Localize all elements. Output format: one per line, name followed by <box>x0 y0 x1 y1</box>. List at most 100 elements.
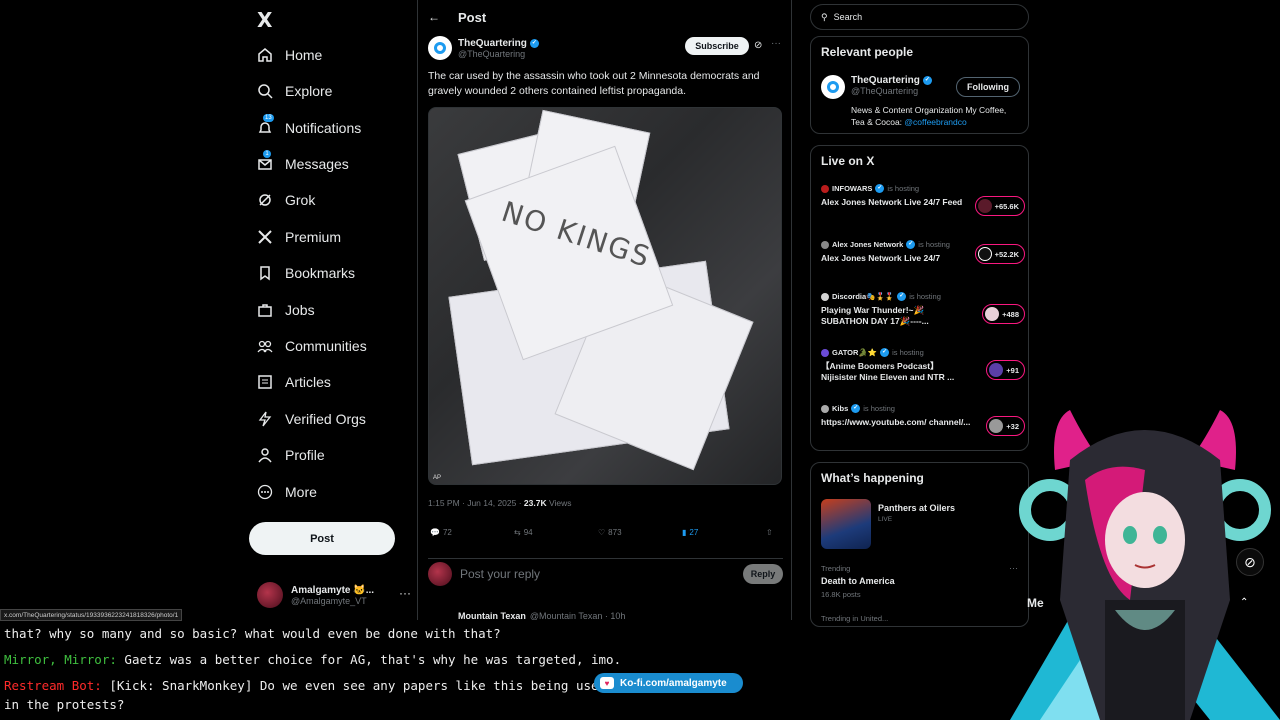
post-text: The car used by the assassin who took ou… <box>428 70 760 97</box>
bookmark-action[interactable]: ▮ 27 <box>682 528 698 537</box>
nav-home[interactable]: Home <box>257 41 322 69</box>
trend-name[interactable]: Death to America <box>821 576 895 586</box>
trend-count: 16.8K posts <box>821 590 861 599</box>
nav-bookmarks[interactable]: Bookmarks <box>257 259 355 287</box>
chat-message: in the protests? <box>4 697 125 712</box>
nav-profile[interactable]: Profile <box>257 441 325 469</box>
verified-icon: ✓ <box>897 292 907 301</box>
event-name[interactable]: Panthers at Oilers <box>878 503 955 513</box>
next-reply[interactable]: Mountain Texan @Mountain Texan · 10h <box>458 611 625 620</box>
listener-count: +488 <box>982 304 1025 324</box>
reply-count: 72 <box>442 528 452 537</box>
repost-count: 94 <box>523 528 533 537</box>
post-photo[interactable]: NO KINGS AP <box>428 107 782 485</box>
event-thumbnail[interactable] <box>821 499 871 549</box>
grok-icon[interactable]: ⊘ <box>754 40 762 51</box>
author-avatar[interactable] <box>428 36 452 60</box>
live-title: https://www.youtube.com/ channel/... <box>821 417 971 427</box>
nav-label: More <box>285 484 317 500</box>
nav-articles[interactable]: Articles <box>257 368 331 396</box>
search-icon <box>257 83 273 99</box>
bookmark-count: 27 <box>689 528 699 537</box>
author-name[interactable]: TheQuartering <box>458 38 527 49</box>
search-input[interactable]: Search <box>834 12 863 22</box>
notification-badge: 13 <box>263 114 274 122</box>
post-button[interactable]: Post <box>249 522 395 555</box>
post-author[interactable]: TheQuartering ✓ @TheQuartering <box>428 36 539 60</box>
nav-label: Explore <box>285 83 333 99</box>
account-switcher[interactable]: Amalgamyte 🐱... @Amalgamyte_VT ··· <box>257 578 411 612</box>
stream-chat: that? why so many and so basic? what wou… <box>0 622 790 720</box>
live-title: 【Anime Boomers Podcast】 Nijisister Nine … <box>821 361 955 382</box>
verified-icon: ✓ <box>529 38 539 48</box>
reply-input[interactable]: Post your reply <box>460 567 735 581</box>
nav-label: Jobs <box>285 302 315 318</box>
nav-communities[interactable]: Communities <box>257 332 367 360</box>
person-avatar[interactable] <box>821 75 845 99</box>
nav-messages[interactable]: 1 Messages <box>257 150 349 178</box>
nav-label: Grok <box>285 192 316 208</box>
more-icon[interactable]: ··· <box>771 38 781 49</box>
chevron-up-icon[interactable]: ⌃ <box>1240 597 1248 608</box>
post-timestamp: 1:15 PM · Jun 14, 2025 · <box>428 498 524 508</box>
views-label: Views <box>546 498 572 508</box>
nav-verified-orgs[interactable]: Verified Orgs <box>257 405 366 433</box>
nav-more[interactable]: More <box>257 478 317 506</box>
nav-premium[interactable]: Premium <box>257 223 341 251</box>
right-sidebar: ⚲ Search Relevant people TheQuartering ✓ … <box>810 0 1029 627</box>
photo-credit: AP <box>433 475 442 481</box>
nav-label: Messages <box>285 156 349 172</box>
status-bar-url: x.com/TheQuartering/status/1933936223241… <box>0 609 183 621</box>
account-name: Amalgamyte 🐱... <box>291 584 375 596</box>
post-actions: 💬 72 ⇆ 94 ♡ 873 ▮ 27 ⇧ <box>428 528 783 542</box>
nav-jobs[interactable]: Jobs <box>257 296 315 324</box>
nav-label: Articles <box>285 374 331 390</box>
reply-button[interactable]: Reply <box>743 563 783 584</box>
person-handle: @TheQuartering <box>851 86 919 96</box>
chat-username: Mirror, Mirror: <box>4 652 117 667</box>
verified-icon: ✓ <box>851 404 861 413</box>
bio-link[interactable]: @coffeebrandco <box>904 117 966 127</box>
like-action[interactable]: ♡ 873 <box>598 528 622 537</box>
listener-count: +65.6K <box>974 196 1025 216</box>
nav-explore[interactable]: Explore <box>257 77 332 105</box>
heart-icon: ♡ <box>598 528 606 537</box>
search-box[interactable]: ⚲ Search <box>810 4 1029 30</box>
left-nav: X Home Explore 13 Notifications 1 Messag… <box>249 0 417 620</box>
nav-notifications[interactable]: 13 Notifications <box>257 114 361 142</box>
back-arrow-icon[interactable]: ← <box>428 10 440 24</box>
nav-label: Communities <box>285 338 367 354</box>
live-item[interactable]: INFOWARS ✓ is hosting Alex Jones Network L… <box>821 184 1025 216</box>
more-icon[interactable]: ··· <box>399 586 411 600</box>
repost-action[interactable]: ⇆ 94 <box>514 528 533 537</box>
message-badge: 1 <box>263 150 271 158</box>
relevant-person[interactable]: TheQuartering ✓ @TheQuartering <box>821 75 932 99</box>
avatar <box>257 582 283 608</box>
x-logo[interactable]: X <box>257 8 272 32</box>
live-title: Playing War Thunder!~🎉 SUBATHON DAY 17🎉-… <box>821 305 929 326</box>
verified-icon: ✓ <box>880 348 890 357</box>
following-button[interactable]: Following <box>956 77 1020 97</box>
grok-icon <box>257 192 273 208</box>
verified-icon: ✓ <box>906 240 916 249</box>
person-name[interactable]: TheQuartering <box>851 75 920 86</box>
share-action[interactable]: ⇧ <box>766 528 773 537</box>
live-item[interactable]: Discordia🎭🎖️🎖️ ✓ is hosting Playing War Th… <box>821 292 1025 327</box>
kofi-badge: ♥ Ko-fi.com/amalgamyte <box>594 673 743 693</box>
nav-label: Verified Orgs <box>285 411 366 427</box>
nav-grok[interactable]: Grok <box>257 186 315 214</box>
reply-icon: 💬 <box>430 528 440 537</box>
live-title: Alex Jones Network Live 24/7 Feed <box>821 197 963 207</box>
reply-action[interactable]: 💬 72 <box>430 528 452 537</box>
subscribe-button[interactable]: Subscribe <box>685 37 749 55</box>
home-icon <box>257 47 273 63</box>
grok-icon[interactable]: ⊘ <box>1236 548 1264 576</box>
live-item[interactable]: GATOR🐊⭐ ✓ is hosting 【Anime Boomers Podcas… <box>821 348 1025 383</box>
live-item[interactable]: Kibs ✓ is hosting https://www.youtube.com/… <box>821 404 1025 436</box>
live-item[interactable]: Alex Jones Network ✓ is hosting Alex Jones… <box>821 240 1025 264</box>
relevant-people-card: Relevant people TheQuartering ✓ @TheQuart… <box>810 36 1029 134</box>
trend-label: Trending <box>821 564 851 573</box>
host-name: INFOWARS <box>832 184 873 193</box>
host-name: Discordia🎭🎖️🎖️ <box>832 292 895 301</box>
card-title: Live on X <box>821 154 875 168</box>
